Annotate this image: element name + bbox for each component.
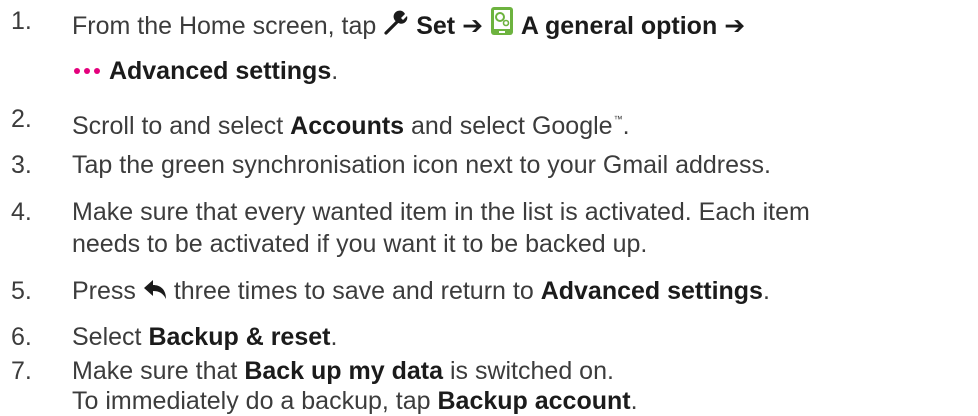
text-fragment: three times to save and return to [173, 277, 534, 305]
text-fragment: To immediately do a backup, tap [72, 387, 431, 415]
general-option-label: A general option [520, 12, 718, 40]
step-number: 2. [11, 105, 32, 133]
step-intro: From the Home screen, tap [72, 12, 377, 40]
advanced-settings-label: Advanced settings [540, 277, 763, 305]
step-number: 3. [11, 151, 32, 179]
instruction-list: 1. From the Home screen, tap Set ➔ A gen… [0, 0, 978, 415]
step-number: 4. [11, 198, 32, 226]
step-text: Press three times to save and return to … [72, 276, 770, 308]
device-settings-icon [490, 6, 514, 43]
text-fragment: Scroll to and select [72, 112, 284, 140]
punctuation: . [762, 277, 770, 305]
trademark-mark: ™ [613, 114, 623, 124]
backup-account-label: Backup account [437, 387, 631, 415]
arrow-icon: ➔ [724, 12, 746, 40]
step-text: Scroll to and select Accounts and select… [72, 104, 630, 141]
step-text: To immediately do a backup, tap Backup a… [72, 386, 638, 416]
step-text: Make sure that every wanted item in the … [72, 198, 810, 226]
step-text: Advanced settings. [72, 56, 338, 88]
text-fragment: Press [72, 277, 136, 305]
step-number: 6. [11, 323, 32, 351]
advanced-settings-label: Advanced settings [108, 57, 332, 85]
text-fragment: is switched on. [449, 357, 614, 385]
punctuation: . [331, 57, 339, 85]
backup-reset-label: Backup & reset [148, 323, 331, 351]
set-label: Set [416, 12, 456, 40]
punctuation: . [630, 387, 638, 415]
back-arrow-icon [143, 278, 167, 308]
punctuation: . [330, 323, 338, 351]
back-up-my-data-label: Back up my data [244, 357, 443, 385]
step-number: 7. [11, 357, 32, 385]
step-number: 5. [11, 277, 32, 305]
step-number: 1. [11, 7, 32, 35]
text-fragment: and select Google [411, 112, 613, 140]
step-text: Tap the green synchronisation icon next … [72, 151, 771, 179]
step-text: From the Home screen, tap Set ➔ A genera… [72, 6, 745, 43]
accounts-label: Accounts [290, 112, 405, 140]
step-text: Make sure that Back up my data is switch… [72, 356, 614, 386]
text-fragment: Select [72, 323, 142, 351]
step-text: Select Backup & reset. [72, 322, 337, 352]
step-text: needs to be activated if you want it to … [72, 230, 648, 258]
three-dots-icon [72, 58, 102, 88]
punctuation: . [622, 112, 630, 140]
text-fragment: Make sure that [72, 357, 238, 385]
arrow-icon: ➔ [462, 12, 484, 40]
wrench-icon [383, 10, 409, 43]
